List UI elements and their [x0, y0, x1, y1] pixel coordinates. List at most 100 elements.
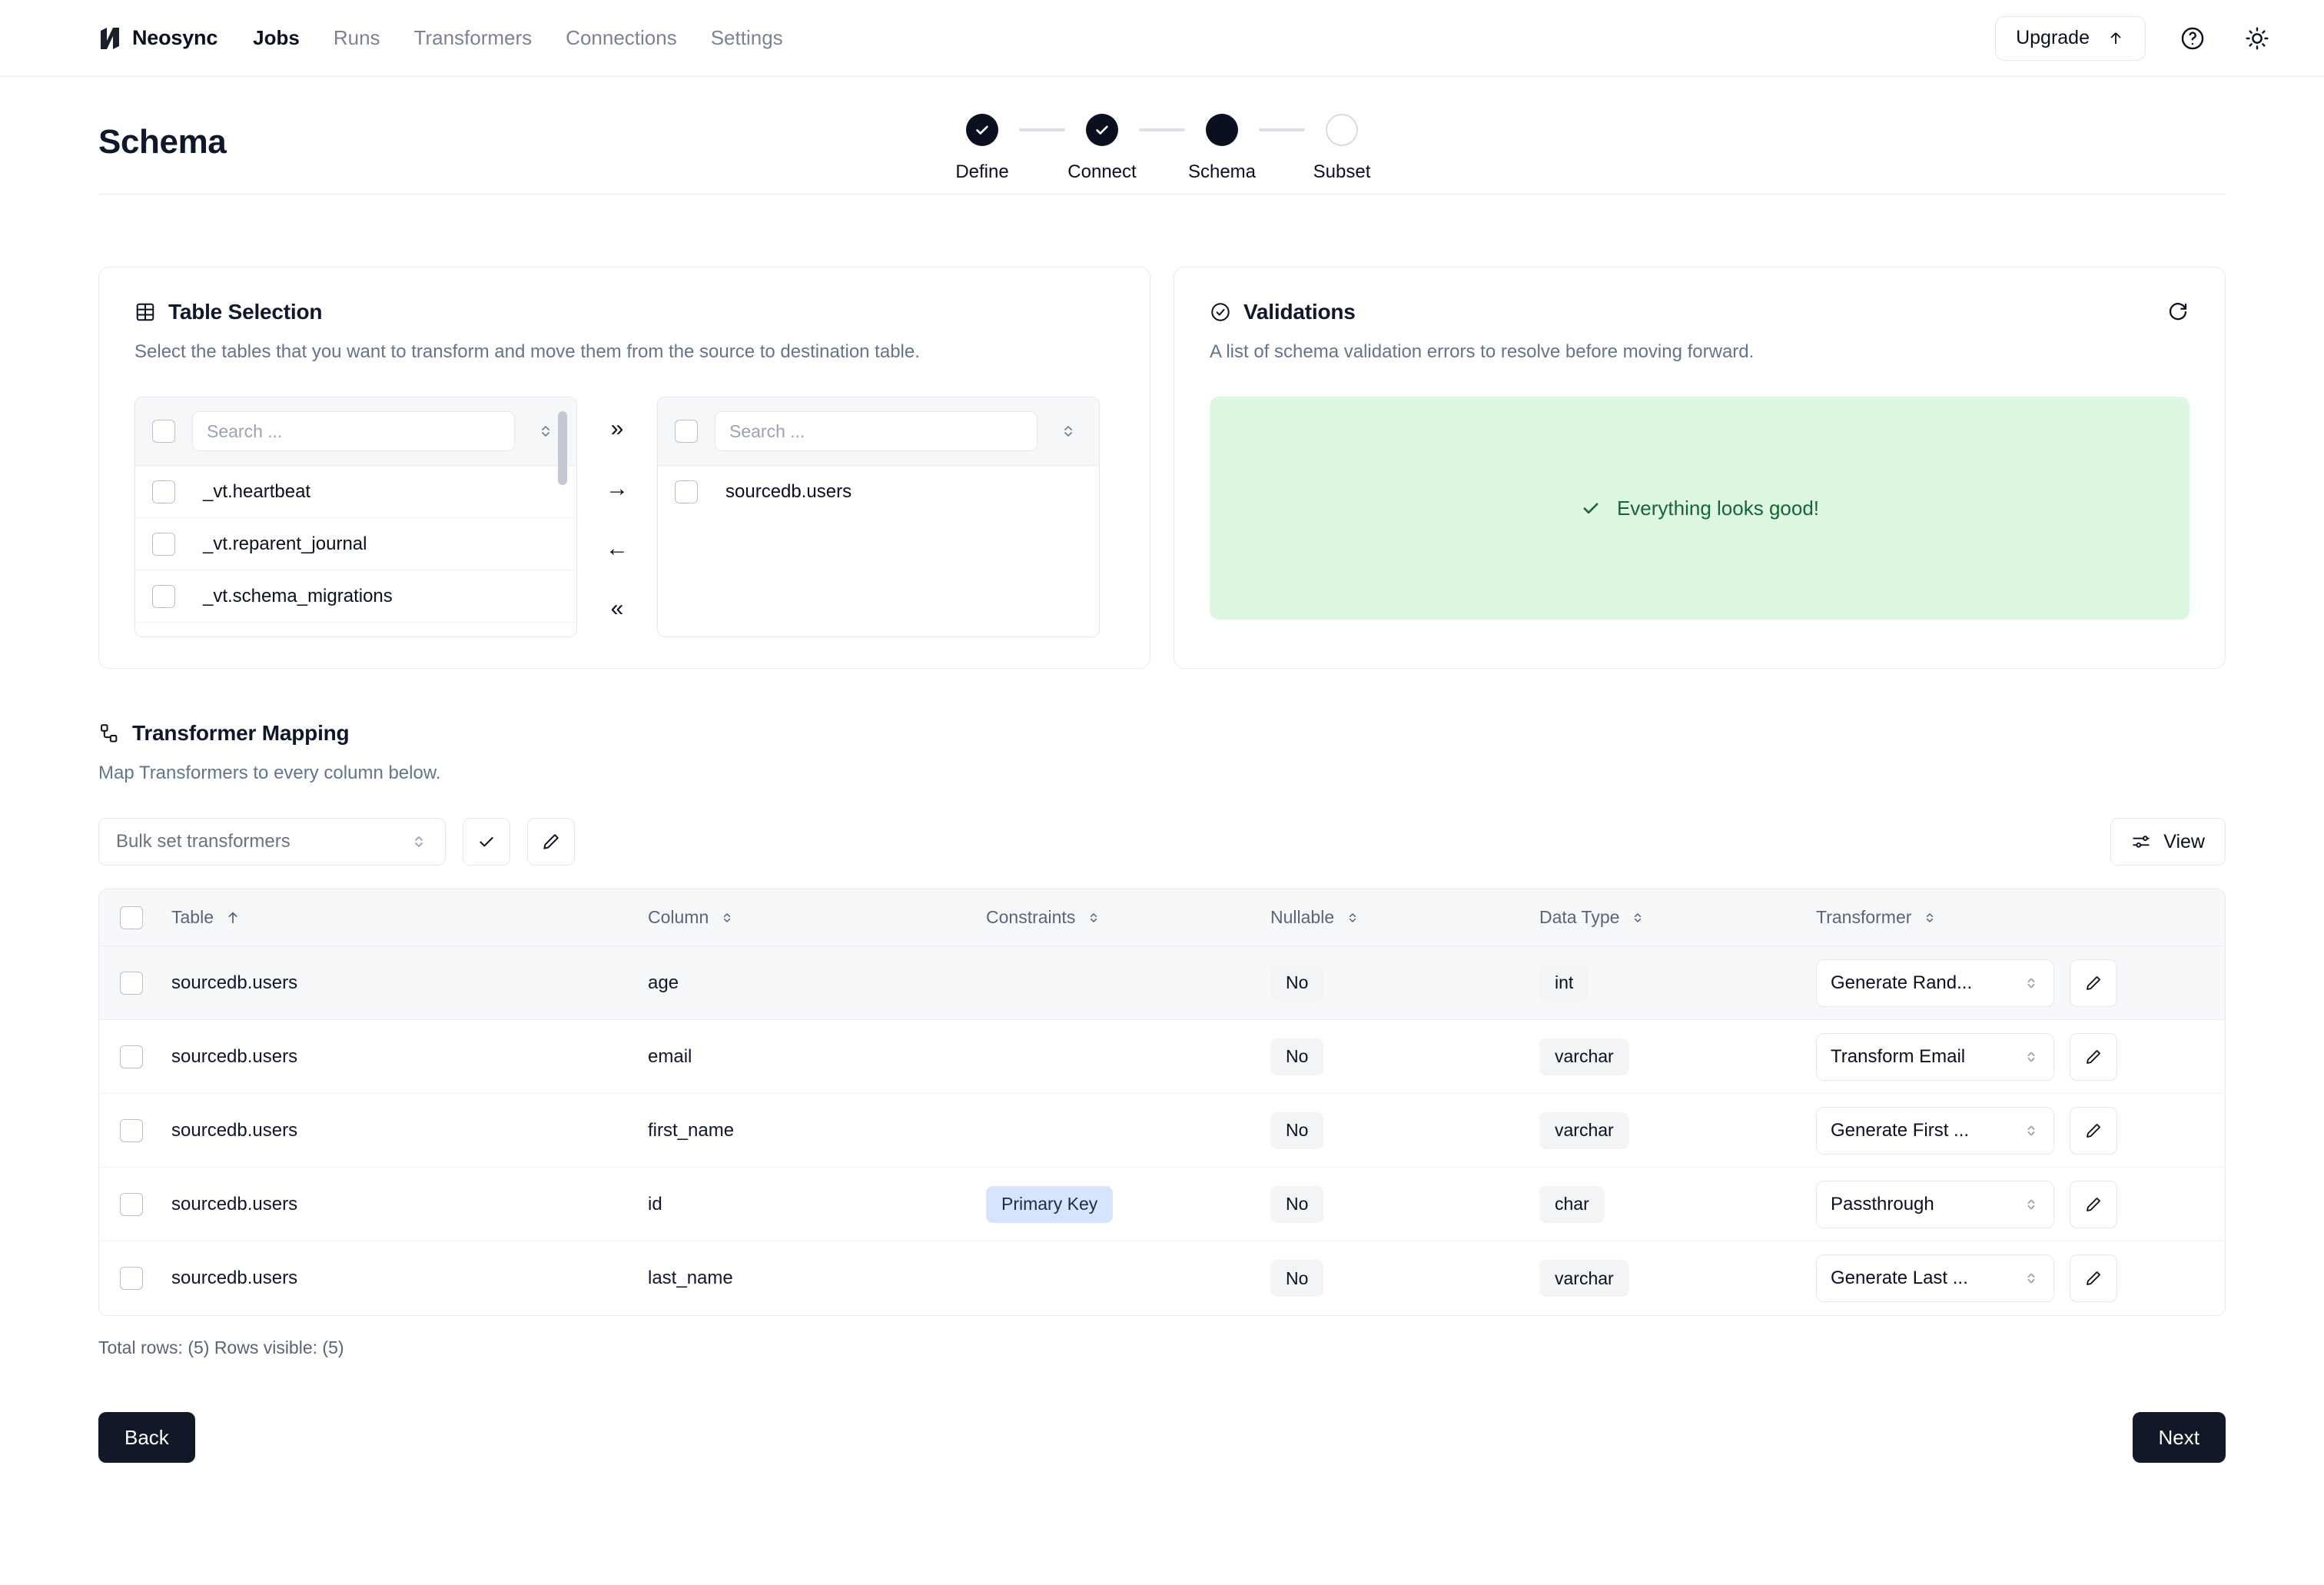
row-transformer: Generate Last ... [1816, 1254, 2225, 1302]
view-options-label: View [2163, 830, 2205, 852]
transformer-select[interactable]: Generate Rand... [1816, 959, 2054, 1007]
row-column: email [648, 1045, 692, 1067]
step-connector-3 [1259, 128, 1305, 131]
nullable-badge: No [1270, 1260, 1324, 1297]
column-header-constraints[interactable]: Constraints [986, 907, 1270, 928]
source-item-checkbox[interactable] [152, 480, 175, 503]
move-left-button[interactable]: ← [599, 530, 636, 567]
step-connect[interactable]: Connect [1065, 114, 1139, 183]
source-item-label: _vt.heartbeat [203, 480, 311, 502]
check-icon [480, 837, 493, 847]
wizard-footer: Back Next [98, 1412, 2226, 1509]
bulk-set-transformers-select[interactable]: Bulk set transformers [98, 818, 446, 866]
bulk-set-transformers-value: Bulk set transformers [116, 831, 290, 852]
nav-item-settings[interactable]: Settings [711, 26, 783, 50]
list-item[interactable]: _vt.schema_migrations [135, 570, 576, 623]
row-column: last_name [648, 1268, 733, 1288]
table-row[interactable]: sourcedb.users age No int Generate Rand.… [99, 946, 2225, 1020]
column-header-data-type[interactable]: Data Type [1539, 907, 1816, 928]
bulk-edit-button[interactable] [527, 818, 575, 866]
destination-select-all-checkbox[interactable] [675, 420, 698, 443]
nav-item-runs[interactable]: Runs [334, 26, 380, 50]
source-item-checkbox[interactable] [152, 532, 175, 556]
source-select-all-checkbox[interactable] [152, 420, 175, 443]
transformer-select[interactable]: Passthrough [1816, 1180, 2054, 1228]
validation-status-text: Everything looks good! [1616, 496, 1820, 520]
row-checkbox-cell [99, 971, 164, 995]
transformer-mapping-description: Map Transformers to every column below. [98, 763, 441, 783]
edit-transformer-button[interactable] [2070, 1106, 2117, 1155]
step-define[interactable]: Define [945, 114, 1019, 183]
pencil-icon [543, 834, 559, 849]
column-header-table[interactable]: Table [164, 907, 648, 928]
row-checkbox[interactable] [120, 1045, 143, 1068]
next-button[interactable]: Next [2132, 1412, 2226, 1463]
nav-item-jobs[interactable]: Jobs [253, 26, 300, 50]
edit-transformer-button[interactable] [2070, 1180, 2117, 1228]
list-item[interactable]: _vt.heartbeat [135, 466, 576, 518]
sort-ascending-icon [228, 912, 237, 923]
page-title: Schema [98, 123, 227, 161]
top-navigation-bar: Neosync Jobs Runs Transformers Connectio… [0, 0, 2324, 77]
source-search-input[interactable] [192, 411, 515, 451]
destination-search-input[interactable] [715, 411, 1038, 451]
select-all-rows-checkbox[interactable] [120, 905, 143, 929]
row-table: sourcedb.users [171, 972, 298, 993]
transformer-select[interactable]: Transform Email [1816, 1032, 2054, 1081]
list-item[interactable]: sourcedb.users [658, 466, 1099, 518]
column-header-column[interactable]: Column [648, 907, 986, 928]
step-schema[interactable]: Schema [1185, 114, 1259, 183]
destination-item-checkbox[interactable] [675, 480, 698, 503]
move-all-left-button[interactable]: « [599, 590, 636, 627]
list-item-partial[interactable] [135, 623, 576, 636]
column-header-nullable[interactable]: Nullable [1270, 907, 1539, 928]
data-type-badge: int [1539, 964, 1589, 1002]
back-button[interactable]: Back [98, 1412, 195, 1463]
validations-card: Validations A list of schema validation … [1174, 267, 2226, 669]
theme-toggle-button[interactable] [2239, 21, 2275, 56]
transformer-mapping-section: Transformer Mapping Map Transformers to … [98, 669, 2226, 1509]
list-item[interactable]: _vt.reparent_journal [135, 518, 576, 570]
source-list-rows[interactable]: _vt.heartbeat _vt.reparent_journal _vt.s… [135, 466, 576, 636]
page-header: Schema Define Connect Schema Subset [98, 77, 2226, 194]
help-button[interactable] [2175, 21, 2210, 56]
upgrade-button[interactable]: Upgrade [1995, 15, 2146, 61]
brand[interactable]: Neosync [98, 26, 217, 51]
table-row[interactable]: sourcedb.users last_name No varchar Gene… [99, 1241, 2225, 1315]
move-all-right-button[interactable]: » [599, 410, 636, 447]
column-header-transformer-label: Transformer [1816, 907, 1912, 927]
row-transformer: Generate Rand... [1816, 959, 2225, 1007]
view-options-button[interactable]: View [2110, 818, 2226, 866]
column-header-transformer[interactable]: Transformer [1816, 907, 2225, 928]
row-checkbox[interactable] [120, 1267, 143, 1290]
upgrade-label: Upgrade [2016, 27, 2090, 48]
destination-list-rows[interactable]: sourcedb.users [658, 466, 1099, 636]
row-checkbox[interactable] [120, 971, 143, 995]
source-sort-button[interactable] [532, 422, 559, 440]
edit-transformer-button[interactable] [2070, 1254, 2117, 1302]
step-subset[interactable]: Subset [1305, 114, 1379, 183]
edit-transformer-button[interactable] [2070, 959, 2117, 1007]
source-list-scroll-thumb[interactable] [558, 411, 567, 485]
transformer-select[interactable]: Generate Last ... [1816, 1254, 2054, 1302]
table-row[interactable]: sourcedb.users id Primary Key No char Pa… [99, 1168, 2225, 1241]
table-row[interactable]: sourcedb.users first_name No varchar Gen… [99, 1094, 2225, 1168]
row-checkbox[interactable] [120, 1118, 143, 1142]
source-list-scrollbar[interactable] [558, 405, 572, 618]
table-row[interactable]: sourcedb.users email No varchar Transfor… [99, 1020, 2225, 1094]
column-header-table-label: Table [171, 907, 214, 927]
refresh-validations-button[interactable] [2166, 301, 2190, 324]
edit-transformer-button[interactable] [2070, 1032, 2117, 1081]
nav-item-connections[interactable]: Connections [566, 26, 677, 50]
apply-bulk-button[interactable] [463, 818, 510, 866]
nav-item-transformers[interactable]: Transformers [414, 26, 533, 50]
destination-sort-button[interactable] [1054, 422, 1082, 440]
row-constraints: Primary Key [986, 1185, 1270, 1223]
transformer-select-value: Generate Rand... [1831, 972, 1973, 993]
row-checkbox[interactable] [120, 1192, 143, 1216]
source-item-checkbox[interactable] [152, 584, 175, 608]
nullable-badge: No [1270, 964, 1324, 1002]
move-right-button[interactable]: → [599, 470, 636, 507]
destination-item-label: sourcedb.users [725, 481, 852, 502]
transformer-select[interactable]: Generate First ... [1816, 1106, 2054, 1155]
